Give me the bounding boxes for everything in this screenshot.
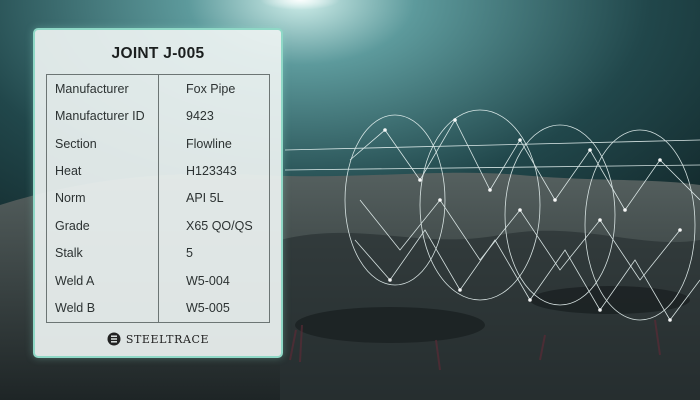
spec-label: Manufacturer (46, 74, 159, 103)
spec-row: Section Flowline (46, 129, 270, 158)
spec-row: Manufacturer Fox Pipe (46, 74, 270, 103)
spec-value: 5 (186, 246, 193, 261)
spec-value: 9423 (186, 109, 214, 124)
spec-value: Fox Pipe (186, 81, 236, 96)
spec-label: Weld B (46, 294, 159, 323)
spec-row: Manufacturer ID 9423 (46, 102, 270, 130)
spec-row: Weld A W5-004 (46, 267, 270, 295)
spec-label: Norm (46, 184, 159, 213)
joint-title: JOINT J-005 (111, 45, 205, 62)
spec-row: Heat H123343 (46, 157, 270, 185)
spec-row: Grade X65 QO/QS (46, 212, 270, 240)
spec-label: Section (46, 129, 159, 158)
spec-value: X65 QO/QS (186, 218, 253, 233)
spec-label: Heat (46, 157, 159, 185)
spec-value: H123343 (186, 164, 237, 179)
spec-value: Flowline (186, 136, 232, 151)
joint-info-card: JOINT J-005 Manufacturer Fox Pipe Manufact… (33, 28, 283, 358)
brand-name: STEELTRACE (125, 332, 210, 346)
spec-row: Stalk 5 (46, 239, 270, 268)
spec-value: W5-005 (186, 301, 230, 316)
spec-row: Weld B W5-005 (46, 294, 270, 323)
spec-row: Norm API 5L (46, 184, 270, 213)
spec-label: Grade (46, 212, 159, 240)
spec-value: W5-004 (186, 273, 230, 288)
brand: STEELTRACE (35, 332, 281, 346)
steeltrace-logo-icon (107, 332, 121, 346)
spec-label: Weld A (46, 267, 159, 295)
spec-label: Manufacturer ID (46, 102, 159, 130)
spec-label: Stalk (46, 239, 159, 268)
spec-value: API 5L (186, 191, 224, 206)
joint-spec-table: Manufacturer Fox Pipe Manufacturer ID 9423 S… (46, 74, 270, 323)
